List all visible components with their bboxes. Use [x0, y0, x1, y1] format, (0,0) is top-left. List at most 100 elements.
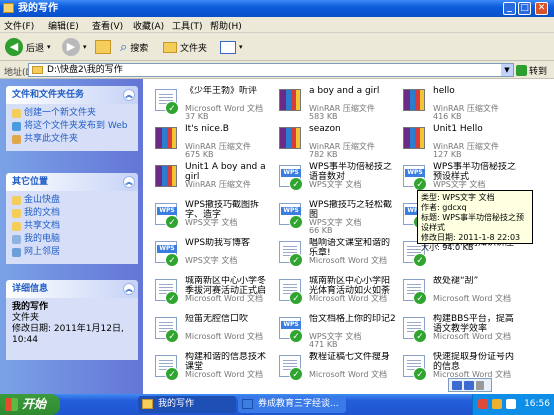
file-item[interactable]: ✓ 城南新区中心小学冬季拔河赛活动正式启动Microsoft Word 文档	[149, 273, 273, 311]
task-new-folder[interactable]: 创建一个新文件夹	[12, 108, 132, 119]
file-item[interactable]: ✓ 构建和谐的信息技术课堂 Microsoft Word 文档	[149, 349, 273, 387]
file-size: 127 KB	[433, 150, 462, 159]
place-label: 我的文档	[24, 208, 61, 218]
chevron-down-icon[interactable]: ▼	[501, 64, 513, 76]
place-label: 金山快盘	[24, 195, 61, 205]
file-item[interactable]: a boy and a girl WinRAR 压缩文件 583 KB	[273, 83, 397, 121]
file-name: 构建BBS平台，提高语文教学效率	[433, 314, 514, 334]
task-share-folder[interactable]: 共享此文件夹	[12, 134, 132, 145]
collapse-icon[interactable]: ︽	[123, 176, 135, 188]
views-button[interactable]: ▾	[220, 37, 243, 57]
rar-file-icon	[153, 125, 181, 153]
my-computer-icon	[12, 235, 21, 244]
wps-file-icon: WPS✓	[277, 315, 305, 343]
file-item[interactable]: ✓ 短笛无腔信口吹 Microsoft Word 文档	[149, 311, 273, 349]
file-size: 66 KB	[309, 226, 333, 235]
close-button[interactable]: ✕	[535, 2, 548, 15]
file-type: Microsoft Word 文档	[433, 294, 512, 303]
file-item[interactable]: seazon WinRAR 压缩文件 782 KB	[273, 121, 397, 159]
input-method-icon[interactable]	[464, 380, 474, 390]
file-type: Microsoft Word 文档	[433, 332, 512, 341]
options-icon[interactable]	[476, 380, 484, 390]
sync-check-icon: ✓	[289, 329, 303, 343]
tooltip-author: 作者: gdcxq	[421, 203, 467, 212]
collapse-icon[interactable]: ︽	[123, 283, 135, 295]
file-name: hello	[433, 86, 455, 96]
menu-file[interactable]: 文件(F)	[4, 19, 34, 32]
up-folder-button[interactable]	[95, 37, 111, 57]
place-network[interactable]: 网上邻居	[12, 247, 132, 258]
menu-tools[interactable]: 工具(T)	[172, 19, 203, 32]
file-size: 416 KB	[433, 112, 462, 121]
forward-button[interactable]: ▶ ▾	[62, 37, 87, 57]
menu-favorites[interactable]: 收藏(A)	[133, 19, 164, 32]
word-file-icon: ✓	[277, 239, 305, 267]
place-kuaipan[interactable]: 金山快盘	[12, 195, 132, 206]
file-item[interactable]: ✓ 构建BBS平台，提高语文教学效率 Microsoft Word 文档	[397, 311, 521, 349]
file-item[interactable]: WPS ✓ WPS助我写博客 WPS文字 文档	[149, 235, 273, 273]
file-item[interactable]: It's nice.B WinRAR 压缩文件 675 KB	[149, 121, 273, 159]
wps-file-icon: WPS✓	[153, 201, 181, 229]
menu-help[interactable]: 帮助(H)	[210, 19, 242, 32]
start-label: 开始	[22, 397, 47, 411]
taskbar-item-explorer[interactable]: 我的写作	[138, 396, 236, 413]
file-item[interactable]: ✓ 教程证稿七文件瘦身 Microsoft Word 文档	[273, 349, 397, 387]
share-folder-icon	[12, 135, 21, 144]
file-type: Microsoft Word 文档	[185, 370, 264, 379]
keyboard-icon[interactable]	[452, 380, 462, 390]
file-item[interactable]: WPS ✓ WPS事半功倍秘技之语音数对 WPS文字 文档	[273, 159, 397, 197]
file-item[interactable]: WPS ✓ WPS撤技巧之轻松截图 WPS文字 文档 66 KB	[273, 197, 397, 235]
taskbar-item-document[interactable]: 券成教育三字经谈...	[238, 396, 346, 413]
file-item[interactable]: ✓ 《少年王勃》听评 Microsoft Word 文档 37 KB	[149, 83, 273, 121]
wps-file-icon: WPS✓	[153, 239, 181, 267]
file-item[interactable]: ✓ 唱响语文课堂和谐的乐章! Microsoft Word 文档	[273, 235, 397, 273]
antivirus-icon[interactable]	[478, 399, 488, 409]
network-icon[interactable]	[492, 399, 502, 409]
maximize-button[interactable]: □	[518, 2, 531, 15]
menu-view[interactable]: 查看(V)	[92, 19, 123, 32]
file-item[interactable]: ✓ 故处褪“刮” Microsoft Word 文档	[397, 273, 521, 311]
go-button[interactable]: 转到	[516, 64, 547, 77]
file-name: It's nice.B	[185, 124, 229, 134]
rar-file-icon	[153, 163, 181, 191]
folders-button[interactable]: 文件夹	[163, 37, 207, 57]
title-bar: 我的写作 _ □ ✕	[0, 0, 554, 17]
details-title: 详细信息	[12, 284, 49, 294]
file-name: 教程证稿七文件瘦身	[309, 352, 391, 362]
start-button[interactable]: 开始	[0, 394, 60, 415]
file-item[interactable]: Unit1 Hello WinRAR 压缩文件 127 KB	[397, 121, 521, 159]
search-button[interactable]: ⌕ 搜索	[120, 37, 148, 57]
details-header[interactable]: 详细信息 ︽	[6, 280, 138, 298]
go-label: 转到	[529, 67, 548, 77]
menu-edit[interactable]: 编辑(E)	[48, 19, 79, 32]
minimize-button[interactable]: _	[503, 2, 516, 15]
task-label: 创建一个新文件夹	[24, 108, 97, 118]
address-input[interactable]: D:\快盘2\我的写作 ▼	[28, 63, 514, 77]
details-type: 文件夹	[12, 313, 40, 323]
tasks-panel-header[interactable]: 文件和文件夹任务 ︽	[6, 86, 138, 104]
file-item[interactable]: hello WinRAR 压缩文件 416 KB	[397, 83, 521, 121]
task-publish-web[interactable]: 将这个文件夹发布到 Web	[12, 121, 132, 132]
place-my-documents[interactable]: 我的文档	[12, 208, 132, 219]
place-shared-documents[interactable]: 共享文档	[12, 221, 132, 232]
file-type: Microsoft Word 文档	[185, 294, 264, 303]
place-my-computer[interactable]: 我的电脑	[12, 234, 132, 245]
other-places-header[interactable]: 其它位置 ︽	[6, 173, 138, 191]
toolbar: ◀ 后退 ▾ ▶ ▾ ⌕ 搜索 文件夹 ▾	[0, 33, 554, 61]
file-item[interactable]: ✓ 城南新区中心小学阳光体育活动如火如荼 Microsoft Word 文档	[273, 273, 397, 311]
folder-icon	[12, 196, 21, 205]
views-icon	[220, 40, 236, 54]
file-item[interactable]: WPS ✓ WPS撤技巧截图拆字、造字 WPS文字 文档	[149, 197, 273, 235]
volume-icon[interactable]	[506, 399, 516, 409]
language-bar[interactable]	[448, 378, 492, 392]
file-item[interactable]: Unit1 A boy and a girl WinRAR 压缩文件	[149, 159, 273, 197]
file-name: 城南新区中心小学冬季拔河赛活动正式启动	[185, 276, 267, 296]
back-button[interactable]: ◀ 后退 ▾	[5, 37, 51, 57]
collapse-icon[interactable]: ︽	[123, 89, 135, 101]
file-size: 782 KB	[309, 150, 338, 159]
rar-file-icon	[277, 87, 305, 115]
rar-file-icon	[277, 125, 305, 153]
task-label: 共享此文件夹	[24, 134, 79, 144]
file-item[interactable]: WPS ✓ 怡文档格上你的印记2 WPS文字 文档 471 KB	[273, 311, 397, 349]
file-type: Microsoft Word 文档	[309, 370, 388, 379]
